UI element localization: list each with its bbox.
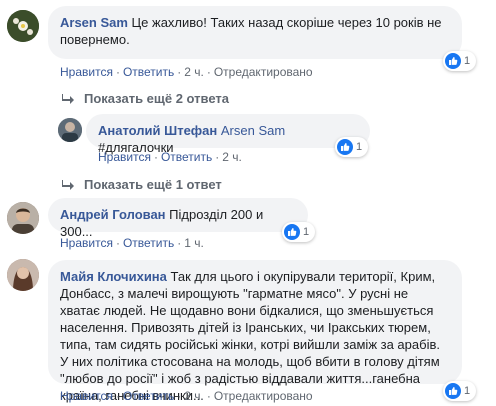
- like-icon: [337, 139, 353, 155]
- like-button[interactable]: Нравится: [98, 150, 151, 164]
- like-button[interactable]: Нравится: [60, 236, 113, 250]
- comment-time[interactable]: 2 ч.: [184, 65, 204, 79]
- like-icon: [284, 224, 300, 240]
- reply-arrow-icon: [62, 179, 74, 190]
- avatar-maya[interactable]: [7, 259, 39, 291]
- comment-author[interactable]: Андрей Голован: [60, 207, 166, 222]
- avatar-anatoliy[interactable]: [58, 118, 82, 142]
- avatar-image: [7, 10, 39, 42]
- show-more-replies-label[interactable]: Показать ещё 1 ответ: [84, 177, 222, 192]
- show-more-replies-label[interactable]: Показать ещё 2 ответа: [84, 91, 229, 106]
- reaction-count-badge[interactable]: 1: [335, 137, 368, 157]
- like-icon: [445, 383, 461, 399]
- reaction-count: 1: [464, 385, 471, 397]
- reaction-count-badge[interactable]: 1: [282, 222, 315, 242]
- comment-author[interactable]: Arsen Sam: [60, 15, 128, 30]
- avatar-image: [58, 118, 82, 142]
- reaction-count: 1: [356, 141, 363, 153]
- reaction-count-badge[interactable]: 1: [443, 381, 476, 401]
- like-icon: [445, 53, 461, 69]
- avatar-arsen-sam[interactable]: [7, 10, 39, 42]
- comment-bubble: Анатолий Штефан Arsen Sam #длягалочки: [86, 114, 370, 155]
- reaction-count-badge[interactable]: 1: [443, 51, 476, 71]
- mention-link[interactable]: Arsen Sam: [221, 123, 285, 138]
- show-more-replies-link[interactable]: Показать ещё 1 ответ: [62, 177, 222, 192]
- comment-actions: Нравится · Ответить · 2 ч. · Отредактировано: [60, 65, 313, 79]
- reaction-count: 1: [303, 226, 310, 238]
- edited-label: Отредактировано: [213, 65, 313, 79]
- avatar-andrey[interactable]: [7, 202, 39, 234]
- comment-author[interactable]: Майя Клочихина: [60, 269, 167, 284]
- reply-button[interactable]: Ответить: [123, 236, 174, 250]
- reaction-count: 1: [464, 55, 471, 67]
- comment-bubble: Майя Клочихина Так для цього і окупірува…: [48, 260, 462, 403]
- comment-text: Так для цього і окупірували території, К…: [60, 269, 440, 403]
- reply-arrow-icon: [62, 93, 74, 104]
- reply-button[interactable]: Ответить: [123, 65, 174, 79]
- avatar-image: [7, 259, 39, 291]
- show-more-replies-link[interactable]: Показать ещё 2 ответа: [62, 91, 229, 106]
- comment-bubble: Arsen Sam Це жахливо! Таких назад скоріш…: [48, 6, 462, 59]
- like-button[interactable]: Нравится: [60, 65, 113, 79]
- avatar-image: [7, 202, 39, 234]
- edited-label: Отредактировано: [213, 389, 313, 403]
- reply-button[interactable]: Ответить: [161, 150, 212, 164]
- reply-button[interactable]: Ответить: [123, 389, 174, 403]
- comment-bubble: Андрей Голован Підрозділ 200 и 300...: [48, 198, 308, 239]
- comment-actions: Нравится · Ответить · 1 ч.: [60, 236, 204, 250]
- like-button[interactable]: Нравится: [60, 389, 113, 403]
- comment-time[interactable]: 1 ч.: [184, 236, 204, 250]
- comment-actions: Нравится · Ответить · 2 ч. · Отредактировано: [60, 389, 313, 403]
- comment-author[interactable]: Анатолий Штефан: [98, 123, 217, 138]
- comment-time[interactable]: 2 ч.: [184, 389, 204, 403]
- comment-time[interactable]: 2 ч.: [222, 150, 242, 164]
- comment-actions: Нравится · Ответить · 2 ч.: [98, 150, 242, 164]
